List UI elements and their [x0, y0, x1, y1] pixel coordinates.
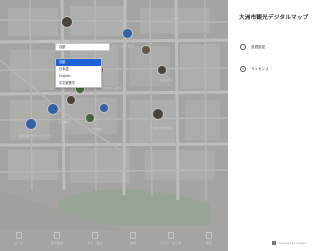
- footer: Powered by mapgo: [272, 241, 306, 245]
- nav-tab-home[interactable]: ホーム: [7, 231, 31, 245]
- map-label: 大洲神社: [58, 120, 71, 124]
- map-label: ほのぼの ポケットパーク: [18, 134, 54, 138]
- app-root: 大洲市観光協会 · 足湯 大洲まちの駅 浪漫 臥龍山荘 おはなはん通り 大洲神社…: [0, 0, 335, 251]
- home-icon: [16, 231, 22, 239]
- nav-tab-info[interactable]: 観光情報: [45, 231, 69, 245]
- nav-tab-food[interactable]: グルメ・お土産: [159, 231, 183, 245]
- mapgo-logo: [272, 241, 276, 245]
- map-pin[interactable]: [157, 65, 167, 75]
- map-pin[interactable]: [85, 113, 95, 123]
- map-pin[interactable]: [141, 45, 151, 55]
- license-row[interactable]: c ライセンス: [240, 66, 269, 72]
- language-setting-label: 言語設定: [251, 44, 266, 49]
- map-label: 臥龍山荘: [160, 78, 173, 82]
- language-option[interactable]: 日本語: [56, 66, 101, 73]
- language-dropdown: 自動 日本語 English 中文繁體字: [55, 58, 102, 88]
- nav-tab-sightseeing[interactable]: 見る・遊ぶ: [83, 231, 107, 245]
- map-label: おはなはん通り: [100, 86, 122, 90]
- language-select[interactable]: 自動: [55, 43, 110, 51]
- nav-tab-label: ホーム: [14, 240, 24, 245]
- map-pin[interactable]: [66, 95, 76, 105]
- nav-tab-hotel[interactable]: 宿泊: [197, 231, 221, 245]
- bottom-navigation: ホーム 観光情報 見る・遊ぶ 体験 グルメ・お土産 宿泊: [0, 225, 228, 251]
- map-label: 大洲まちの駅 浪漫: [108, 44, 134, 48]
- language-setting-row: 言語設定: [240, 44, 265, 50]
- info-icon: [54, 231, 60, 239]
- language-option[interactable]: 中文繁體字: [56, 80, 101, 87]
- nav-tab-label: 見る・遊ぶ: [87, 240, 103, 245]
- nav-tab-label: 観光情報: [50, 240, 63, 245]
- map-pin[interactable]: [61, 16, 73, 28]
- nav-tab-label: グルメ・お土産: [160, 240, 182, 245]
- food-icon: [168, 231, 174, 239]
- map-pin[interactable]: [152, 108, 164, 120]
- nav-tab-experience[interactable]: 体験: [121, 231, 145, 245]
- nav-tab-label: 宿泊: [205, 240, 212, 245]
- map-pin[interactable]: [122, 28, 133, 39]
- map-pin[interactable]: [47, 103, 59, 115]
- experience-icon: [130, 231, 136, 239]
- map-label: 大洲市立博物館: [150, 126, 172, 130]
- copyright-icon: c: [240, 66, 246, 72]
- footer-text: Powered by mapgo: [279, 241, 306, 245]
- nav-tab-label: 体験: [129, 240, 136, 245]
- page-title: 大洲市観光デジタルマップ: [239, 15, 309, 21]
- sightseeing-icon: [92, 231, 98, 239]
- language-option[interactable]: English: [56, 73, 101, 80]
- license-label: ライセンス: [251, 66, 269, 71]
- map-view[interactable]: 大洲市観光協会 · 足湯 大洲まちの駅 浪漫 臥龍山荘 おはなはん通り 大洲神社…: [0, 0, 228, 251]
- language-option[interactable]: 自動: [56, 59, 101, 66]
- map-label: 大洲城: [92, 127, 102, 131]
- settings-panel: 大洲市観光デジタルマップ 言語設定 c ライセンス: [228, 0, 335, 251]
- map-pin[interactable]: [99, 103, 109, 113]
- hotel-icon: [206, 231, 212, 239]
- globe-icon: [240, 44, 246, 50]
- map-pin[interactable]: [25, 118, 37, 130]
